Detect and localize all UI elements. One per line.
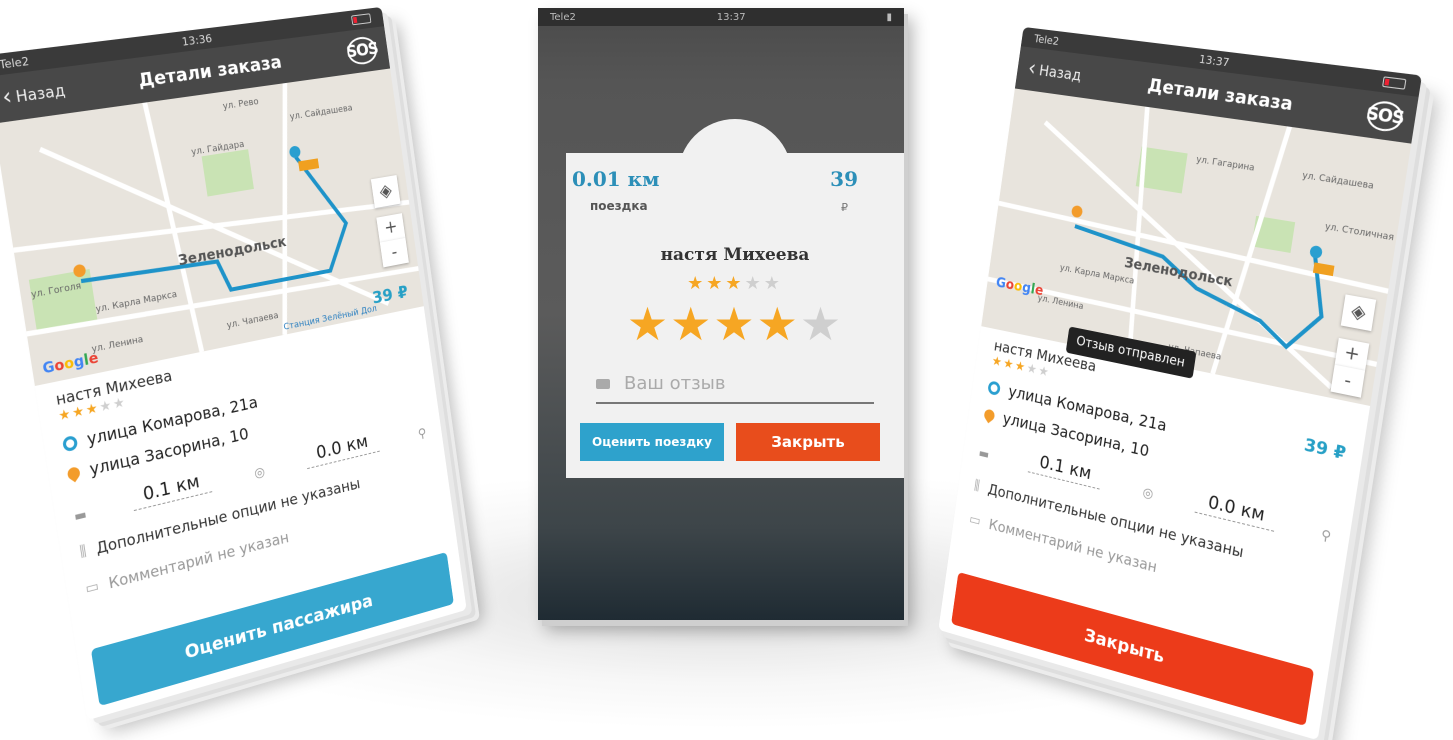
trip-distance: 0.01 км — [572, 167, 660, 191]
back-label: Назад — [14, 80, 67, 107]
car-icon: ▬ — [73, 506, 88, 526]
currency-symbol: ₽ — [841, 201, 848, 214]
page-title: Детали заказа — [1146, 74, 1295, 115]
chevron-left-icon: ‹ — [0, 83, 14, 112]
back-button[interactable]: ‹ Назад — [1026, 56, 1083, 86]
location-pin-icon: ⚲ — [1319, 527, 1332, 546]
close-button[interactable]: Закрыть — [736, 423, 880, 461]
sos-button[interactable]: SOS — [345, 35, 379, 67]
scene: Tele2 13:36 ‹ Назад Детали заказа SOS Зе… — [0, 0, 1453, 740]
status-time: 13:36 — [180, 31, 213, 49]
zoom-out-button[interactable]: - — [379, 237, 409, 268]
comment-icon: ▭ — [968, 511, 982, 530]
options-icon: ⫼ — [78, 543, 88, 561]
comment-icon: ▭ — [84, 577, 101, 598]
distance-remaining: 0.0 км — [1194, 488, 1278, 532]
recenter-button[interactable]: ◈ — [370, 175, 401, 209]
car-icon: ▬ — [977, 446, 991, 463]
center-phone-screen: Tele2 13:37 ▮ 0.01 км поездка 39 ₽ настя… — [538, 8, 904, 620]
trip-distance-label: поездка — [590, 199, 648, 213]
rating-dialog: 0.01 км поездка 39 ₽ настя Михеева ★★★★★… — [566, 119, 904, 478]
battery-icon — [350, 13, 372, 26]
page-title: Детали заказа — [136, 51, 283, 92]
zoom-out-button[interactable]: - — [1330, 364, 1366, 398]
status-bar: Tele2 13:37 ▮ — [538, 8, 904, 26]
status-time: 13:37 — [716, 11, 746, 23]
carrier-label: Tele2 — [0, 53, 30, 72]
battery-icon — [1382, 76, 1407, 90]
back-button[interactable]: ‹ Назад — [0, 79, 67, 112]
target-icon: ◎ — [253, 464, 266, 482]
distance-remaining: 0.0 км — [304, 428, 380, 470]
review-input[interactable]: Ваш отзыв — [596, 373, 874, 404]
carrier-label: Tele2 — [550, 11, 576, 23]
dialog-tab — [678, 119, 792, 179]
right-phone-screen: Tele2 13:37 ‹ Назад Детали заказа SOS Зе… — [938, 26, 1422, 740]
pickup-pin-icon — [987, 379, 1002, 396]
back-label: Назад — [1037, 61, 1083, 85]
destination-pin-icon — [65, 464, 83, 482]
rating-star-selector[interactable]: ★★★★★ — [566, 301, 904, 347]
trip-cost: 39 — [830, 167, 858, 191]
comment-bubble-icon — [596, 378, 610, 389]
distance-traveled: 0.1 км — [1027, 449, 1104, 490]
passenger-rating: ★★★★★ — [687, 273, 783, 294]
status-time: 13:37 — [1198, 52, 1231, 70]
battery-icon: ▮ — [886, 11, 892, 23]
chevron-left-icon: ‹ — [1026, 56, 1038, 82]
destination-pin-icon — [982, 406, 997, 423]
options-icon: ⫼ — [973, 477, 981, 495]
distance-traveled: 0.1 км — [129, 468, 213, 512]
recenter-button[interactable]: ◈ — [1340, 294, 1377, 332]
target-icon: ◎ — [1141, 485, 1155, 503]
pickup-pin-icon — [61, 434, 79, 452]
carrier-label: Tele2 — [1033, 31, 1060, 48]
passenger-name: настя Михеева — [660, 245, 810, 265]
sos-button[interactable]: SOS — [1365, 99, 1405, 134]
left-phone-screen: Tele2 13:36 ‹ Назад Детали заказа SOS Зе… — [0, 6, 467, 721]
rate-trip-button[interactable]: Оценить поездку — [580, 423, 724, 461]
location-pin-icon: ⚲ — [417, 426, 428, 443]
